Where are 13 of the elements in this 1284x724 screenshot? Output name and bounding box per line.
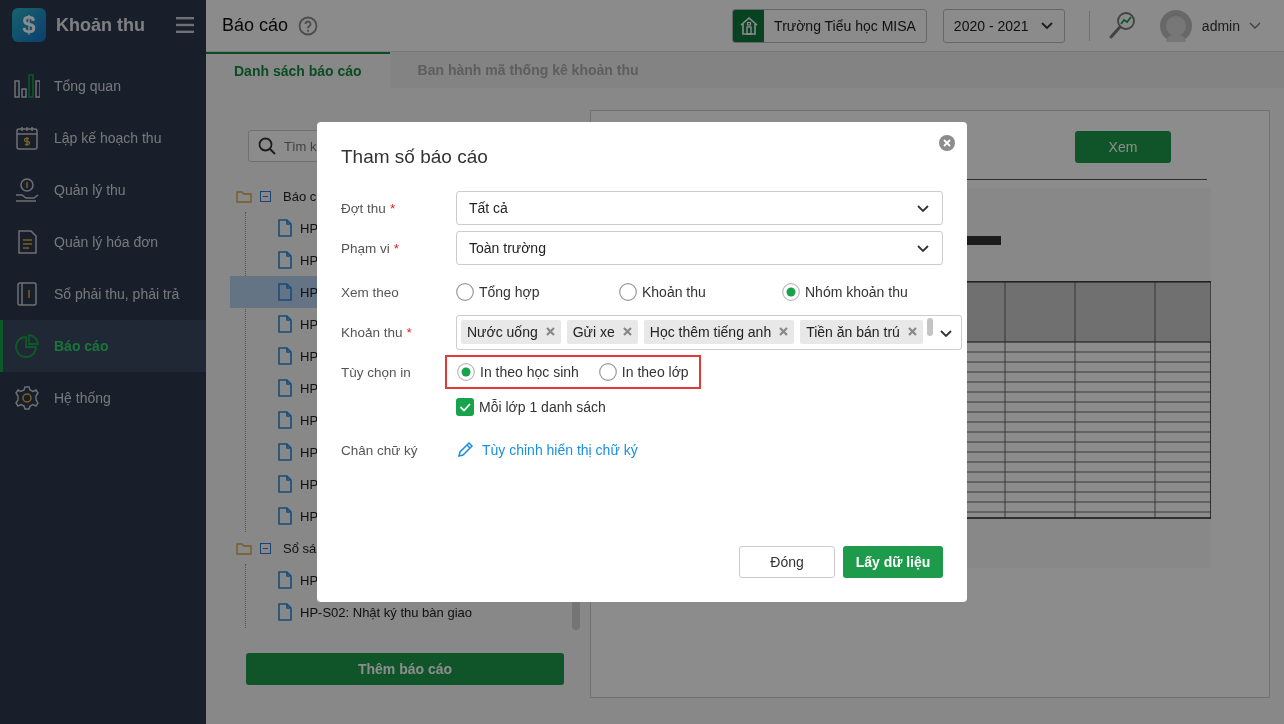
field-label: Đợt thu xyxy=(341,200,386,216)
required-mark: * xyxy=(389,200,396,216)
dialog-title: Tham số báo cáo xyxy=(341,146,488,168)
field-label: Khoản thu xyxy=(341,324,403,340)
required-mark: * xyxy=(406,324,412,340)
field-label: Phạm vi xyxy=(341,240,390,256)
field-label: Chân chữ ký xyxy=(341,442,418,458)
app-logo: $ xyxy=(12,8,46,42)
field-label: Tùy chọn in xyxy=(341,364,411,380)
required-mark: * xyxy=(393,240,400,256)
app-name: Khoản thu xyxy=(56,14,146,36)
page-title: Báo cáo xyxy=(222,15,289,36)
field-label: Xem theo xyxy=(341,284,399,300)
